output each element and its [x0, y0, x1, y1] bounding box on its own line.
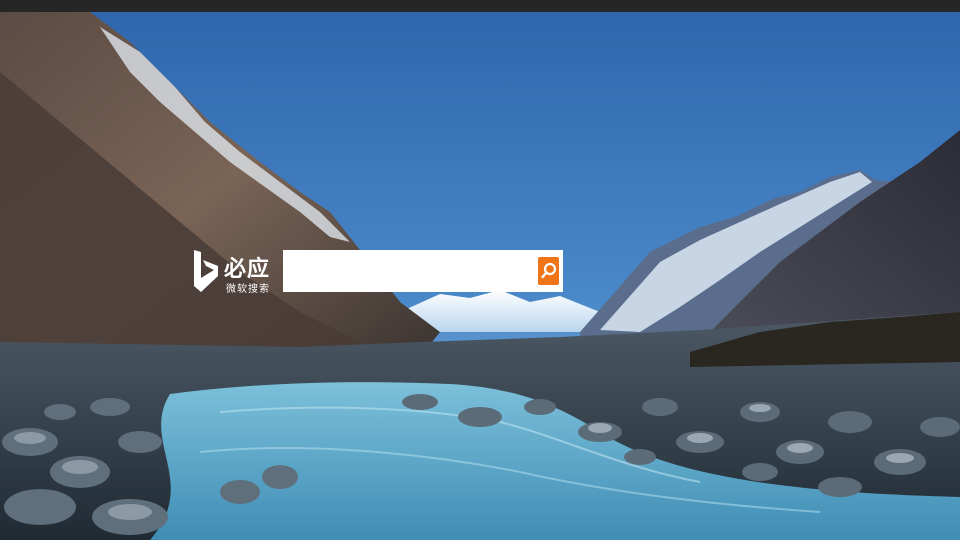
browser-window: 必应 微软搜索	[0, 0, 960, 540]
bing-b-logo-icon	[194, 250, 218, 292]
search-input[interactable]	[283, 250, 531, 292]
search-box	[283, 250, 563, 292]
brand-name: 必应	[224, 257, 271, 282]
search-button[interactable]	[538, 257, 559, 285]
bing-homepage: 必应 微软搜索	[0, 12, 960, 540]
brand-subtitle: 微软搜索	[226, 284, 270, 295]
search-icon	[541, 262, 557, 279]
window-top-bar	[0, 0, 960, 12]
